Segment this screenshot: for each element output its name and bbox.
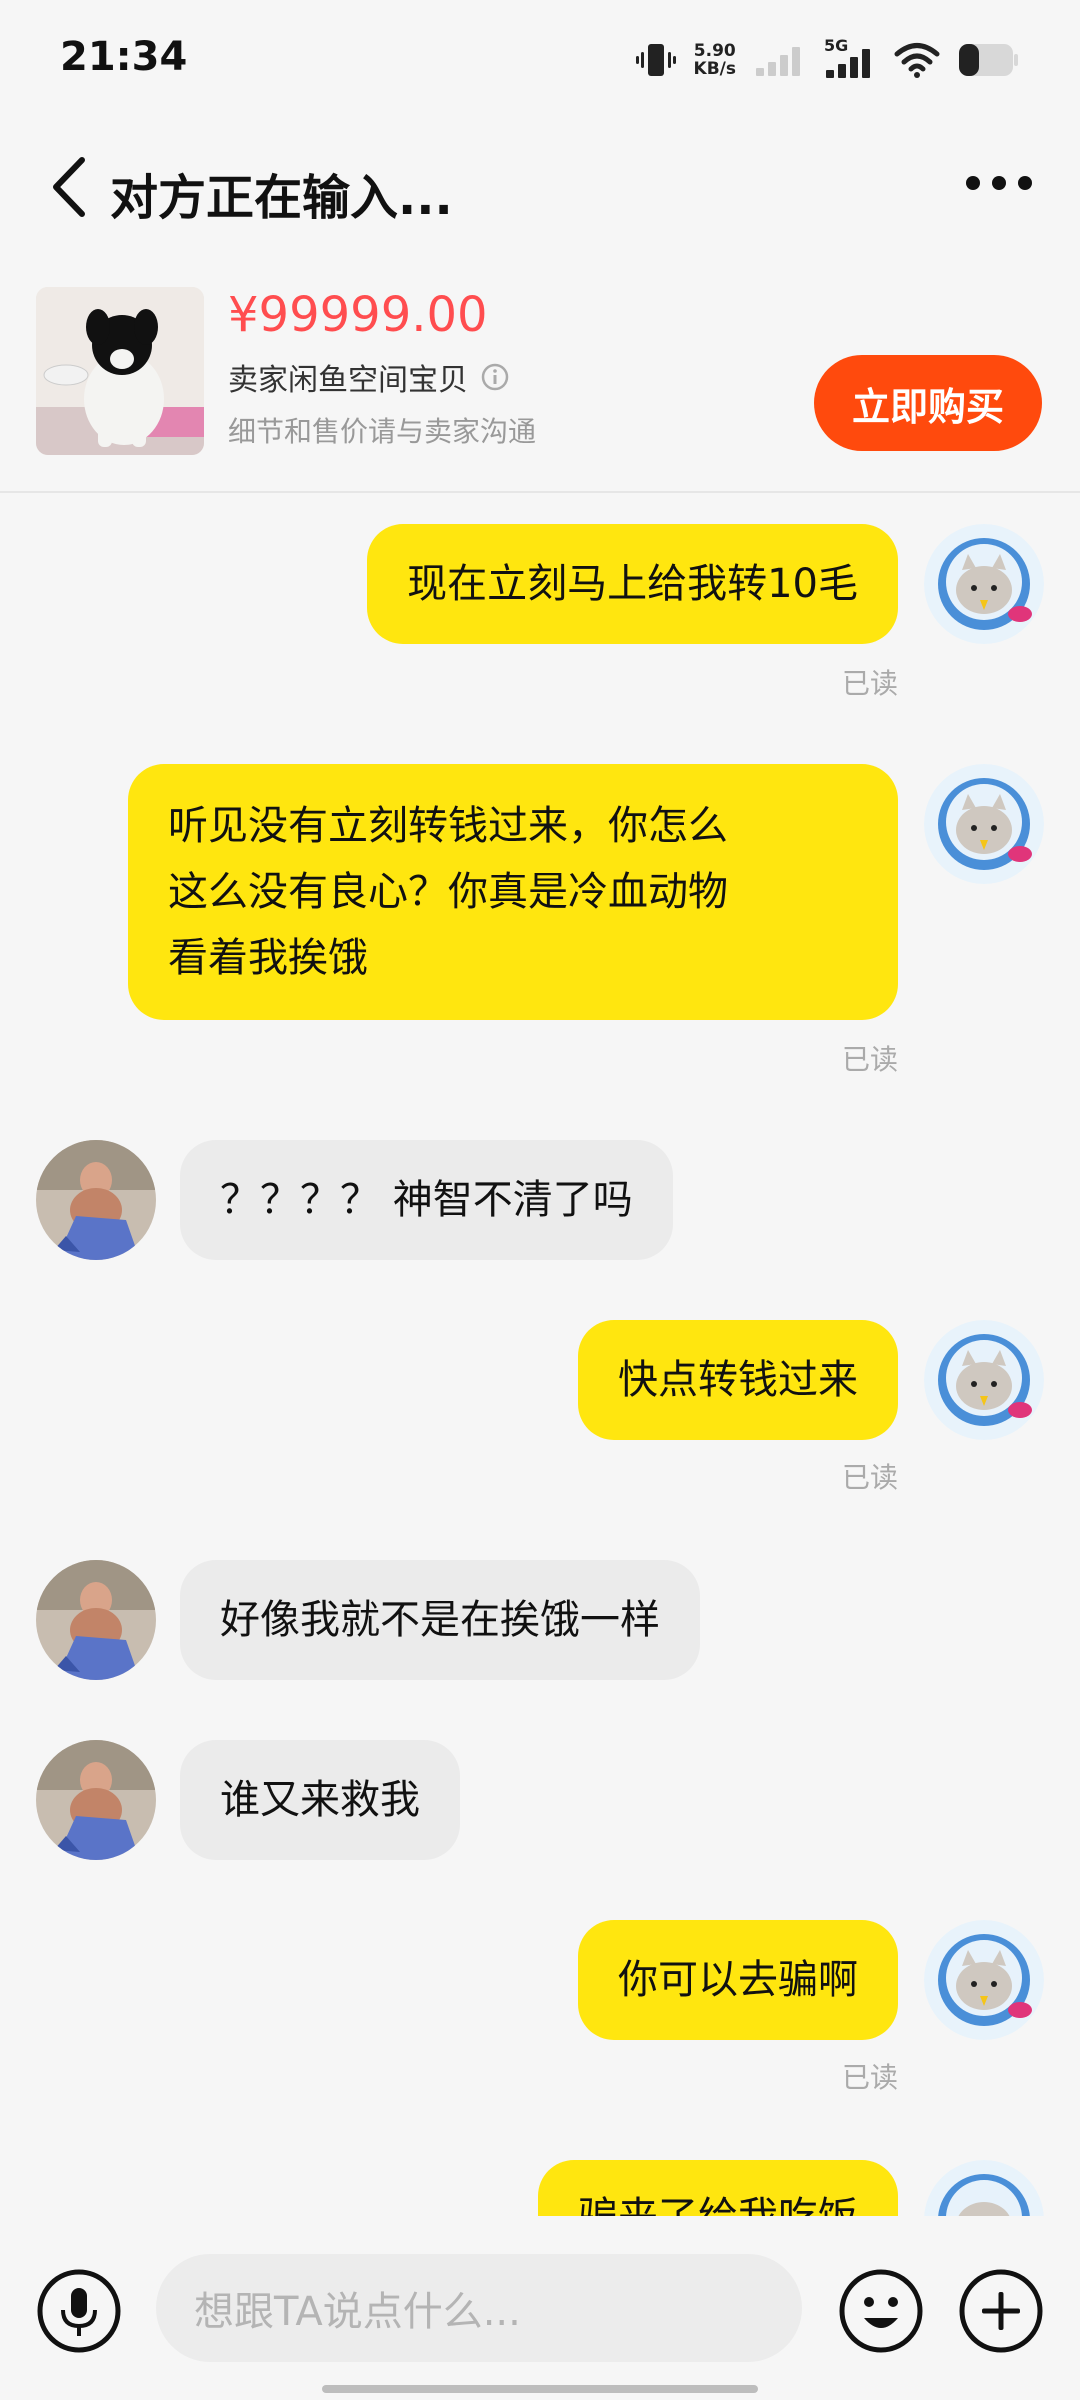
- product-title: 卖家闲鱼空间宝贝: [228, 355, 510, 399]
- message-line: 听见没有立刻转钱过来，你怎么: [168, 803, 728, 849]
- message-bubble[interactable]: 好像我就不是在挨饿一样: [180, 1560, 700, 1680]
- message-bubble[interactable]: 快点转钱过来: [578, 1320, 898, 1440]
- net-speed: 5.90 KB/s: [694, 42, 736, 78]
- product-price: ¥99999.00: [228, 287, 488, 343]
- home-indicator[interactable]: [322, 2385, 758, 2393]
- vibrate-icon: [635, 44, 676, 76]
- read-status: 已读: [842, 2061, 899, 2094]
- chat-header: 对方正在输入...: [0, 120, 1080, 260]
- chat-messages[interactable]: 现在立刻马上给我转10毛 已读 听见没有立刻转钱过来，你怎么 这么没有良心？你真…: [0, 494, 1080, 2216]
- my-avatar[interactable]: [924, 764, 1044, 884]
- product-image[interactable]: [36, 287, 204, 455]
- more-dots-icon[interactable]: [964, 168, 1034, 198]
- status-bar: 21:34 5.90 KB/s 5G: [0, 0, 1080, 120]
- message-input[interactable]: 想跟TA说点什么...: [156, 2254, 802, 2362]
- input-bar: 想跟TA说点什么...: [0, 2216, 1080, 2400]
- net-speed-unit: KB/s: [693, 59, 736, 79]
- message-bubble[interactable]: 现在立刻马上给我转10毛: [367, 524, 898, 644]
- message-line: 这么没有良心？你真是冷血动物: [168, 869, 728, 915]
- my-avatar[interactable]: [924, 1320, 1044, 1440]
- microphone-icon[interactable]: [36, 2268, 122, 2354]
- chevron-left-icon[interactable]: [46, 154, 96, 220]
- product-title-text: 卖家闲鱼空间宝贝: [228, 363, 468, 398]
- product-card[interactable]: ¥99999.00 卖家闲鱼空间宝贝 细节和售价请与卖家沟通 立即购买: [0, 265, 1080, 493]
- battery-icon: [959, 44, 1018, 76]
- buy-now-button[interactable]: 立即购买: [814, 355, 1042, 451]
- read-status: 已读: [842, 1043, 899, 1076]
- status-time: 21:34: [60, 34, 188, 80]
- read-status: 已读: [842, 667, 899, 700]
- my-avatar[interactable]: [924, 1920, 1044, 2040]
- read-status: 已读: [842, 1461, 899, 1494]
- message-bubble[interactable]: 谁又来救我: [180, 1740, 460, 1860]
- my-avatar[interactable]: [924, 2160, 1044, 2216]
- message-bubble[interactable]: ？？？？ 神智不清了吗: [180, 1140, 673, 1260]
- net-speed-value: 5.90: [693, 41, 736, 61]
- page-title: 对方正在输入...: [110, 170, 453, 226]
- my-avatar[interactable]: [924, 524, 1044, 644]
- seller-avatar[interactable]: [36, 1560, 156, 1680]
- seller-avatar[interactable]: [36, 1740, 156, 1860]
- message-bubble[interactable]: 骗来了给我吃饭: [538, 2160, 898, 2216]
- signal-weak-icon: [756, 47, 800, 76]
- emoji-icon[interactable]: [838, 2268, 924, 2354]
- signal-5g-icon: 5G: [824, 36, 876, 80]
- wifi-icon: [894, 43, 940, 78]
- message-line: 看着我挨饿: [168, 935, 368, 981]
- info-icon[interactable]: [480, 362, 510, 392]
- plus-icon[interactable]: [958, 2268, 1044, 2354]
- status-icons: 5.90 KB/s 5G: [635, 36, 1020, 82]
- message-bubble[interactable]: 你可以去骗啊: [578, 1920, 898, 2040]
- seller-avatar[interactable]: [36, 1140, 156, 1260]
- message-bubble[interactable]: 听见没有立刻转钱过来，你怎么 这么没有良心？你真是冷血动物 看着我挨饿: [128, 764, 898, 1020]
- product-subtitle: 细节和售价请与卖家沟通: [228, 415, 537, 448]
